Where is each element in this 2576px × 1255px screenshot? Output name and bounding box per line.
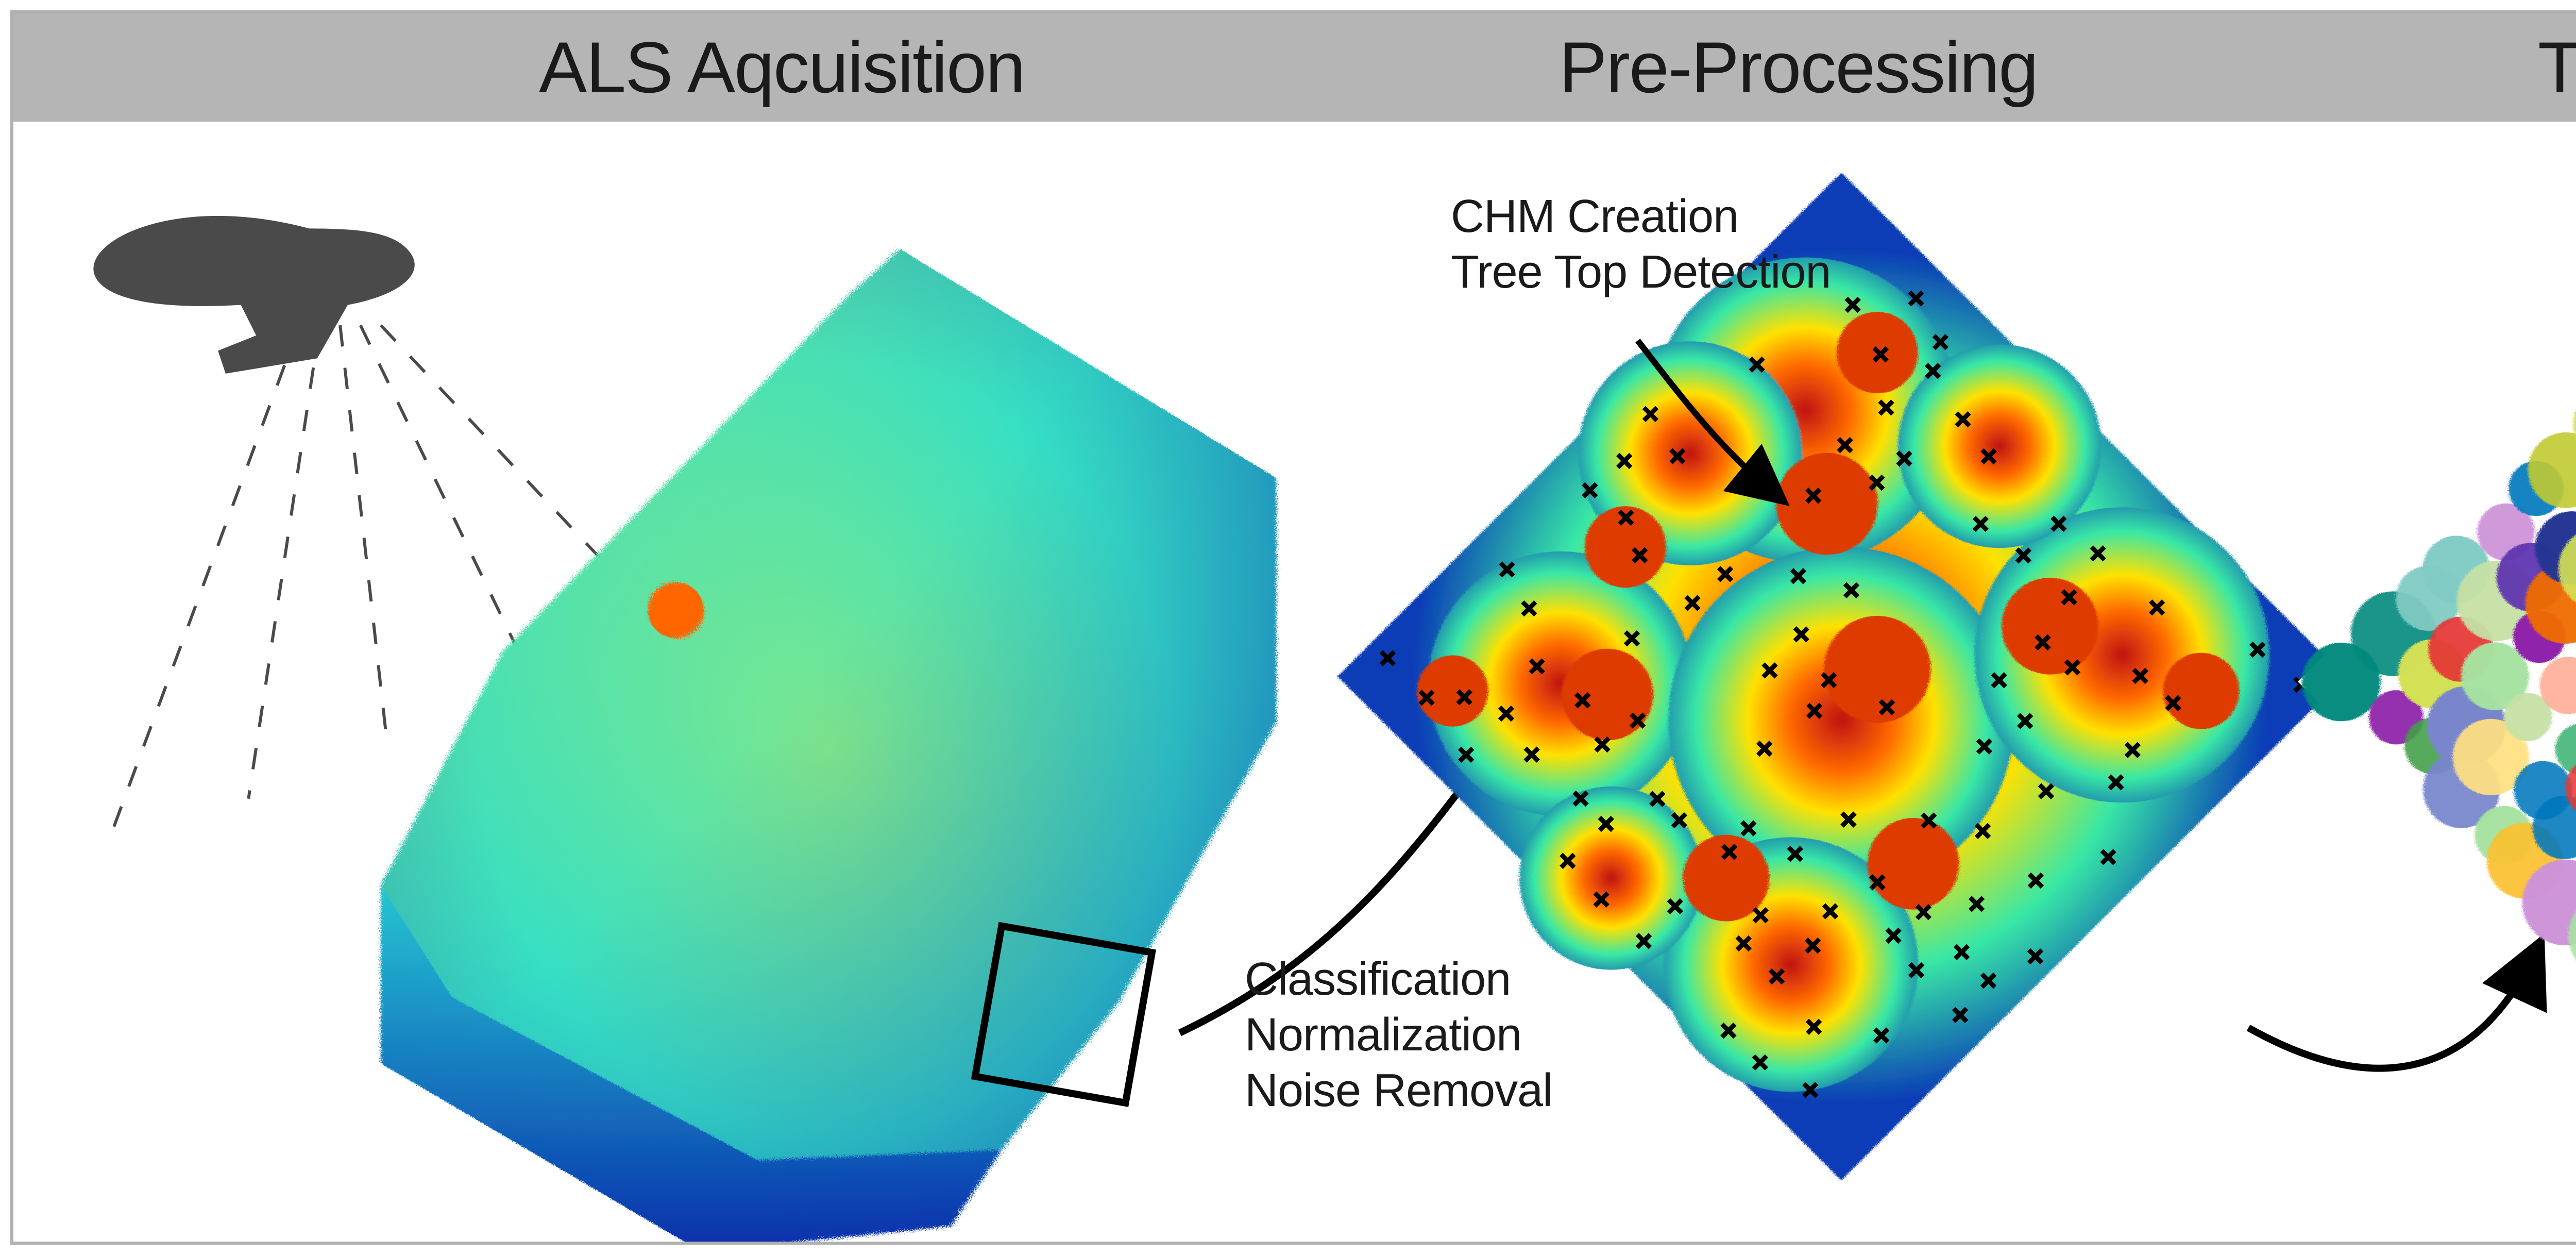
label-chm-line1: CHM Creation (1451, 189, 1831, 244)
label-cls-line1: Classification (1245, 951, 1552, 1007)
flow-arrow-2 (2248, 946, 2538, 1068)
airplane-icon (93, 216, 414, 374)
label-chm: CHM Creation Tree Top Detection (1451, 189, 1831, 300)
label-cls-line2: Normalization (1245, 1007, 1552, 1063)
label-classification: Classification Normalization Noise Remov… (1245, 951, 1552, 1118)
stage-banner: ALS Aqcuisition Pre-Processing Tree Segm… (13, 13, 2576, 122)
segmentation-tile (2284, 122, 2576, 1242)
stage-title-als: ALS Aqcuisition (539, 26, 1025, 109)
stage-canvas: CHM Creation Tree Top Detection Classifi… (13, 122, 2576, 1242)
label-cls-line3: Noise Removal (1245, 1063, 1552, 1118)
stage-title-segmentation: Tree Segmentation (2538, 26, 2576, 109)
diagram-frame: ALS Aqcuisition Pre-Processing Tree Segm… (10, 10, 2576, 1245)
als-terrain (381, 249, 1276, 1242)
label-chm-line2: Tree Top Detection (1451, 244, 1831, 300)
stage-title-preprocessing: Pre-Processing (1559, 26, 2038, 109)
